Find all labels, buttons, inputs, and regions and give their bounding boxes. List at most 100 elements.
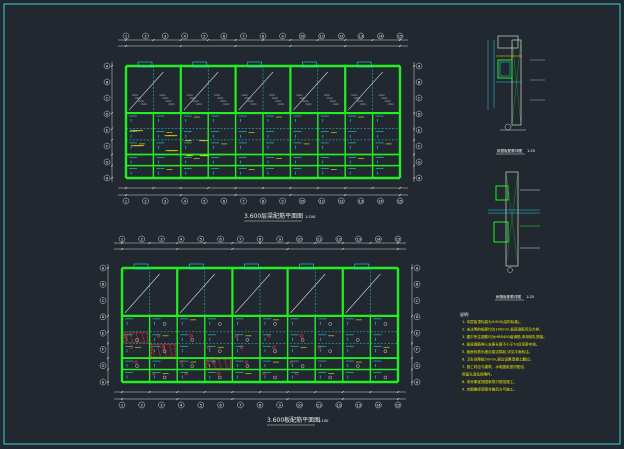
diagonal-rebar (290, 273, 326, 314)
axis-letter: H (102, 380, 105, 384)
axis-number: 1 (121, 237, 123, 241)
axis-number: 3 (164, 34, 166, 38)
axis-number: 5 (200, 403, 202, 407)
axis-letter: G (418, 160, 421, 164)
note-line: 7. 施工时应与建筑、水电图纸密切配合, (462, 364, 525, 369)
note-line: 5. 板面负筋长度自梁边算起,详见平面标注。 (462, 349, 532, 354)
note-line: 预留孔洞及预埋件。 (462, 372, 494, 377)
slab-mark (245, 338, 250, 342)
diagonal-rebar (235, 273, 271, 314)
axis-number: 7 (239, 237, 241, 241)
diagonal-rebar (345, 273, 381, 314)
diagonal-rebar (183, 71, 219, 111)
axis-letter: A (418, 64, 421, 68)
axis-letter: B (106, 80, 109, 84)
axis-letter: C (418, 96, 421, 100)
hatch-stroke (218, 358, 222, 369)
axis-number: 12 (339, 34, 344, 38)
axis-number: 5 (203, 199, 205, 203)
axis-number: 10 (300, 34, 305, 38)
note-line: 9. 本图需经审图合格后方可施工。 (462, 387, 517, 392)
axis-number: 9 (281, 199, 284, 203)
slab-mark (383, 349, 388, 353)
note-line: 8. 未尽事宜按国家现行规范施工。 (462, 379, 517, 384)
slab-mark (328, 375, 332, 380)
axis-number: 8 (262, 34, 265, 38)
axis-letter: H (106, 176, 109, 180)
axis-number: 1 (125, 34, 127, 38)
hatch-stroke (169, 344, 173, 358)
slab-mark (162, 322, 167, 326)
axis-letter: C (102, 299, 105, 303)
axis-number: 4 (180, 237, 183, 241)
slab-mark (218, 375, 222, 380)
axis-letter: F (106, 144, 108, 148)
beam-plan-top: 1122334455667788991010111112121313141415… (103, 32, 423, 222)
axis-number: 12 (337, 403, 342, 407)
axis-number: 4 (184, 34, 187, 38)
axis-number: 6 (223, 199, 226, 203)
axis-number: 15 (398, 34, 403, 38)
axis-letter: C (416, 299, 419, 303)
axis-number: 14 (378, 199, 383, 203)
axis-letter: D (418, 112, 421, 116)
slab-mark (273, 322, 277, 326)
slab-mark (190, 364, 194, 368)
axis-number: 13 (359, 199, 364, 203)
axis-number: 11 (317, 403, 322, 407)
canopy-slab-detail: 雨篷板配筋详图 1:25 (488, 171, 540, 301)
notes-heading: 说明: (460, 311, 469, 317)
slab-mark (300, 338, 305, 342)
cad-drawing-sheet: 1122334455667788991010111112121313141415… (3, 3, 621, 445)
axis-number: 2 (144, 199, 146, 203)
axis-letter: D (102, 315, 105, 319)
notes-lines: 1. 本层板顶标高为3.600(结构标高)。 2. 未注明的板厚均为100mm,板… (462, 319, 547, 392)
slab-mark (218, 349, 222, 353)
axis-number: 6 (219, 403, 222, 407)
axis-letter: E (416, 331, 419, 335)
axis-letter: H (416, 380, 419, 384)
hatch-marker (300, 334, 304, 338)
axis-letter: B (416, 283, 419, 287)
axis-number: 12 (337, 237, 342, 241)
axis-number: 7 (239, 403, 241, 407)
slab-mark (135, 364, 139, 368)
bottom-hatch-zones (123, 332, 321, 376)
axis-number: 8 (259, 403, 262, 407)
axis-number: 9 (281, 34, 284, 38)
axis-number: 15 (396, 403, 401, 407)
axis-number: 10 (300, 199, 305, 203)
diagonal-rebar (347, 71, 383, 111)
axis-letter: G (416, 364, 419, 368)
axis-number: 3 (160, 237, 162, 241)
eave-slab-detail: 挑檐板配筋详图 1:25 (487, 35, 545, 155)
axis-number: 10 (297, 237, 302, 241)
axis-number: 7 (242, 34, 244, 38)
axis-letter: G (102, 364, 105, 368)
slab-mark (273, 349, 277, 353)
axis-number: 7 (242, 199, 244, 203)
axis-number: 9 (279, 403, 282, 407)
axis-letter: E (418, 128, 421, 132)
slab-mark (356, 338, 360, 342)
axis-number: 14 (376, 403, 381, 407)
hatch-marker (189, 334, 193, 338)
axis-number: 14 (378, 34, 383, 38)
axis-letter: D (106, 112, 109, 116)
plan-top-title: 3.600层梁配筋平面图 (244, 212, 303, 220)
hatch-marker (217, 371, 221, 376)
axis-number: 13 (356, 237, 361, 241)
axis-letter: F (416, 348, 418, 352)
axis-number: 8 (259, 237, 262, 241)
axis-number: 11 (317, 237, 322, 241)
plan-top-scale: 1:100 (305, 215, 316, 219)
axis-number: 9 (279, 237, 282, 241)
top-beams (124, 61, 402, 180)
axis-number: 13 (356, 403, 361, 407)
diagonal-rebar (179, 273, 216, 314)
detail-2-title: 雨篷板配筋详图 (496, 294, 522, 299)
slab-plan-bottom: 1122334455667788991010111112121313141415… (99, 235, 421, 426)
slab-mark (383, 375, 388, 380)
hatch-stroke (206, 358, 211, 369)
slab-mark (328, 349, 332, 353)
